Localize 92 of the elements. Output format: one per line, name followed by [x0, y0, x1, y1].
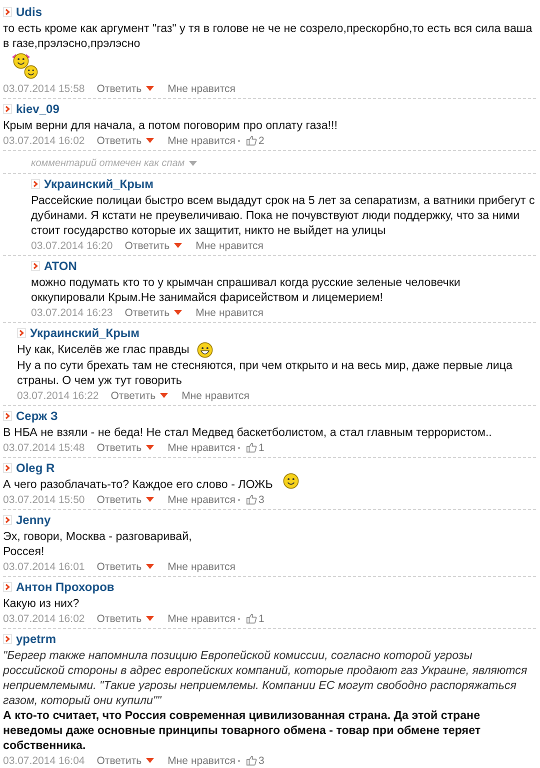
chevron-icon	[31, 179, 40, 189]
comment-text: Рассейские полицаи быстро всем выдадут срок на 5 лет за сепаратизм, а ватники прибегут с дубинами. Я кстати не преувеличиваю. Пока не почувствуют люди поддержку, что за ними стоит государство которые их защитит, никто не выйдет на улицы	[31, 193, 536, 238]
chevron-icon	[3, 515, 12, 525]
comment-time: 03.07.2014 16:02	[3, 134, 85, 146]
author-name[interactable]: Серж З	[16, 409, 58, 423]
reply-link[interactable]: Ответить	[96, 134, 154, 146]
like-link[interactable]: Мне нравится	[168, 82, 236, 94]
caret-icon	[160, 393, 168, 398]
reply-link[interactable]: Ответить	[110, 390, 168, 402]
caret-icon	[174, 310, 182, 315]
like-link[interactable]: Мне нравится	[168, 442, 236, 454]
like-link[interactable]: Мне нравится	[168, 560, 236, 572]
quote-text: "Бергер также напомнила позицию Европейской комиссии, согласно которой угрозы российской стороны в адрес европейских компаний, которые продают газ Украине, являются неприемлемыми. "Такие угрозы неприемлемы. Компании ЕС могут свободно распоряжаться газом, который они купили""	[3, 648, 528, 708]
like-count: 3	[246, 754, 264, 766]
comment-time: 03.07.2014 16:02	[3, 612, 85, 624]
like-link[interactable]: Мне нравится	[168, 494, 236, 506]
separator-dot	[238, 618, 240, 620]
author-name[interactable]: Украинский_Крым	[44, 177, 154, 191]
like-count: 1	[246, 442, 264, 454]
comment-text: Ну как, Киселёв же глас правды	[17, 342, 190, 357]
separator-dot	[238, 140, 240, 142]
like-link[interactable]: Мне нравится	[168, 134, 236, 146]
comment-text: В НБА не взяли - не беда! Не стал Медвед баскетболистом, а стал главным террористом..	[3, 425, 492, 440]
reply-link[interactable]: Ответить	[96, 494, 154, 506]
like-count: 2	[246, 134, 264, 146]
caret-icon	[146, 86, 154, 91]
author-name[interactable]: Jenny	[16, 513, 51, 527]
caret-icon	[146, 497, 154, 502]
reply-link[interactable]: Ответить	[124, 306, 182, 318]
chevron-icon	[3, 7, 12, 17]
caret-icon	[146, 616, 154, 621]
emoticon-icon	[282, 473, 299, 489]
chevron-icon	[31, 261, 40, 271]
like-link[interactable]: Мне нравится	[196, 240, 264, 252]
comment-time: 03.07.2014 15:48	[3, 442, 85, 454]
comment-time: 03.07.2014 16:20	[31, 240, 113, 252]
thumbs-up-icon	[246, 442, 256, 453]
comment-text: Эх, говори, Москва - разговаривай, Россея!	[3, 529, 192, 559]
comment-text: Ну а по сути брехать там не стесняются, при чем открыто и на весь мир, даже первые лица страны. О чем уж тут говорить	[17, 358, 514, 388]
thumbs-up-icon	[246, 494, 256, 505]
comment-text: А чего разоблачать-то? Каждое его слово - ЛОЖЬ	[3, 477, 273, 492]
emoticon-icon	[11, 51, 39, 81]
chevron-icon	[3, 463, 12, 473]
caret-icon	[146, 758, 154, 763]
like-link[interactable]: Мне нравится	[182, 390, 250, 402]
separator-dot	[238, 760, 240, 762]
chevron-icon	[3, 634, 12, 644]
like-link[interactable]: Мне нравится	[196, 306, 264, 318]
reply-link[interactable]: Ответить	[96, 442, 154, 454]
author-name[interactable]: ypetrm	[16, 632, 56, 646]
thumbs-up-icon	[246, 755, 256, 766]
author-name[interactable]: ATON	[44, 259, 77, 273]
author-name[interactable]: Udis	[16, 5, 42, 19]
comment-text: можно подумать кто то у крымчан спрашивал когда русские зеленые человечки оккупировали Крым.Не занимайся фарисейством и лицемерием!	[31, 275, 462, 305]
reply-link[interactable]: Ответить	[96, 612, 154, 624]
comment-text: Крым верни для начала, а потом поговорим про оплату газа!!!	[3, 118, 338, 133]
reply-link[interactable]: Ответить	[96, 82, 154, 94]
chevron-icon	[3, 582, 12, 592]
comment-time: 03.07.2014 16:22	[17, 390, 99, 402]
author-name[interactable]: Антон Прохоров	[16, 580, 114, 594]
like-count: 3	[246, 494, 264, 506]
comment-time: 03.07.2014 15:50	[3, 494, 85, 506]
reply-link[interactable]: Ответить	[96, 560, 154, 572]
comment-time: 03.07.2014 16:04	[3, 754, 85, 766]
comment-text: А кто-то считает, что Россия современная цивилизованная страна. Да этой стране неведомы даже основные принципы товарного обмена - товар при обмене теряет собственника.	[3, 708, 482, 753]
thumbs-up-icon	[246, 135, 256, 146]
caret-icon	[146, 445, 154, 450]
chevron-icon	[3, 411, 12, 421]
like-count: 1	[246, 612, 264, 624]
thumbs-up-icon	[246, 613, 256, 624]
author-name[interactable]: kiev_09	[16, 102, 60, 116]
caret-icon	[146, 138, 154, 143]
author-name[interactable]: Oleg R	[16, 461, 55, 475]
chevron-icon	[3, 104, 12, 114]
comment-text: то есть кроме как аргумент "газ" у тя в голове не че не созрело,прескорбно,то есть вся сила ваша в газе,прэлэсно,прэлэсно	[3, 21, 534, 51]
caret-icon	[188, 161, 197, 166]
separator-dot	[238, 446, 240, 448]
like-link[interactable]: Мне нравится	[168, 754, 236, 766]
caret-icon	[146, 564, 154, 569]
comment-text: Какую из них?	[3, 596, 80, 611]
reply-link[interactable]: Ответить	[124, 240, 182, 252]
caret-icon	[174, 243, 182, 248]
separator-dot	[238, 498, 240, 500]
comment-time: 03.07.2014 15:58	[3, 82, 85, 94]
reply-link[interactable]: Ответить	[96, 754, 154, 766]
comment-time: 03.07.2014 16:23	[31, 306, 113, 318]
emoticon-icon	[197, 342, 214, 358]
spam-notice[interactable]: комментарий отмечен как спам	[31, 158, 197, 169]
chevron-icon	[17, 328, 26, 338]
like-link[interactable]: Мне нравится	[168, 612, 236, 624]
comment-time: 03.07.2014 16:01	[3, 560, 85, 572]
author-name[interactable]: Украинский_Крым	[30, 326, 140, 340]
